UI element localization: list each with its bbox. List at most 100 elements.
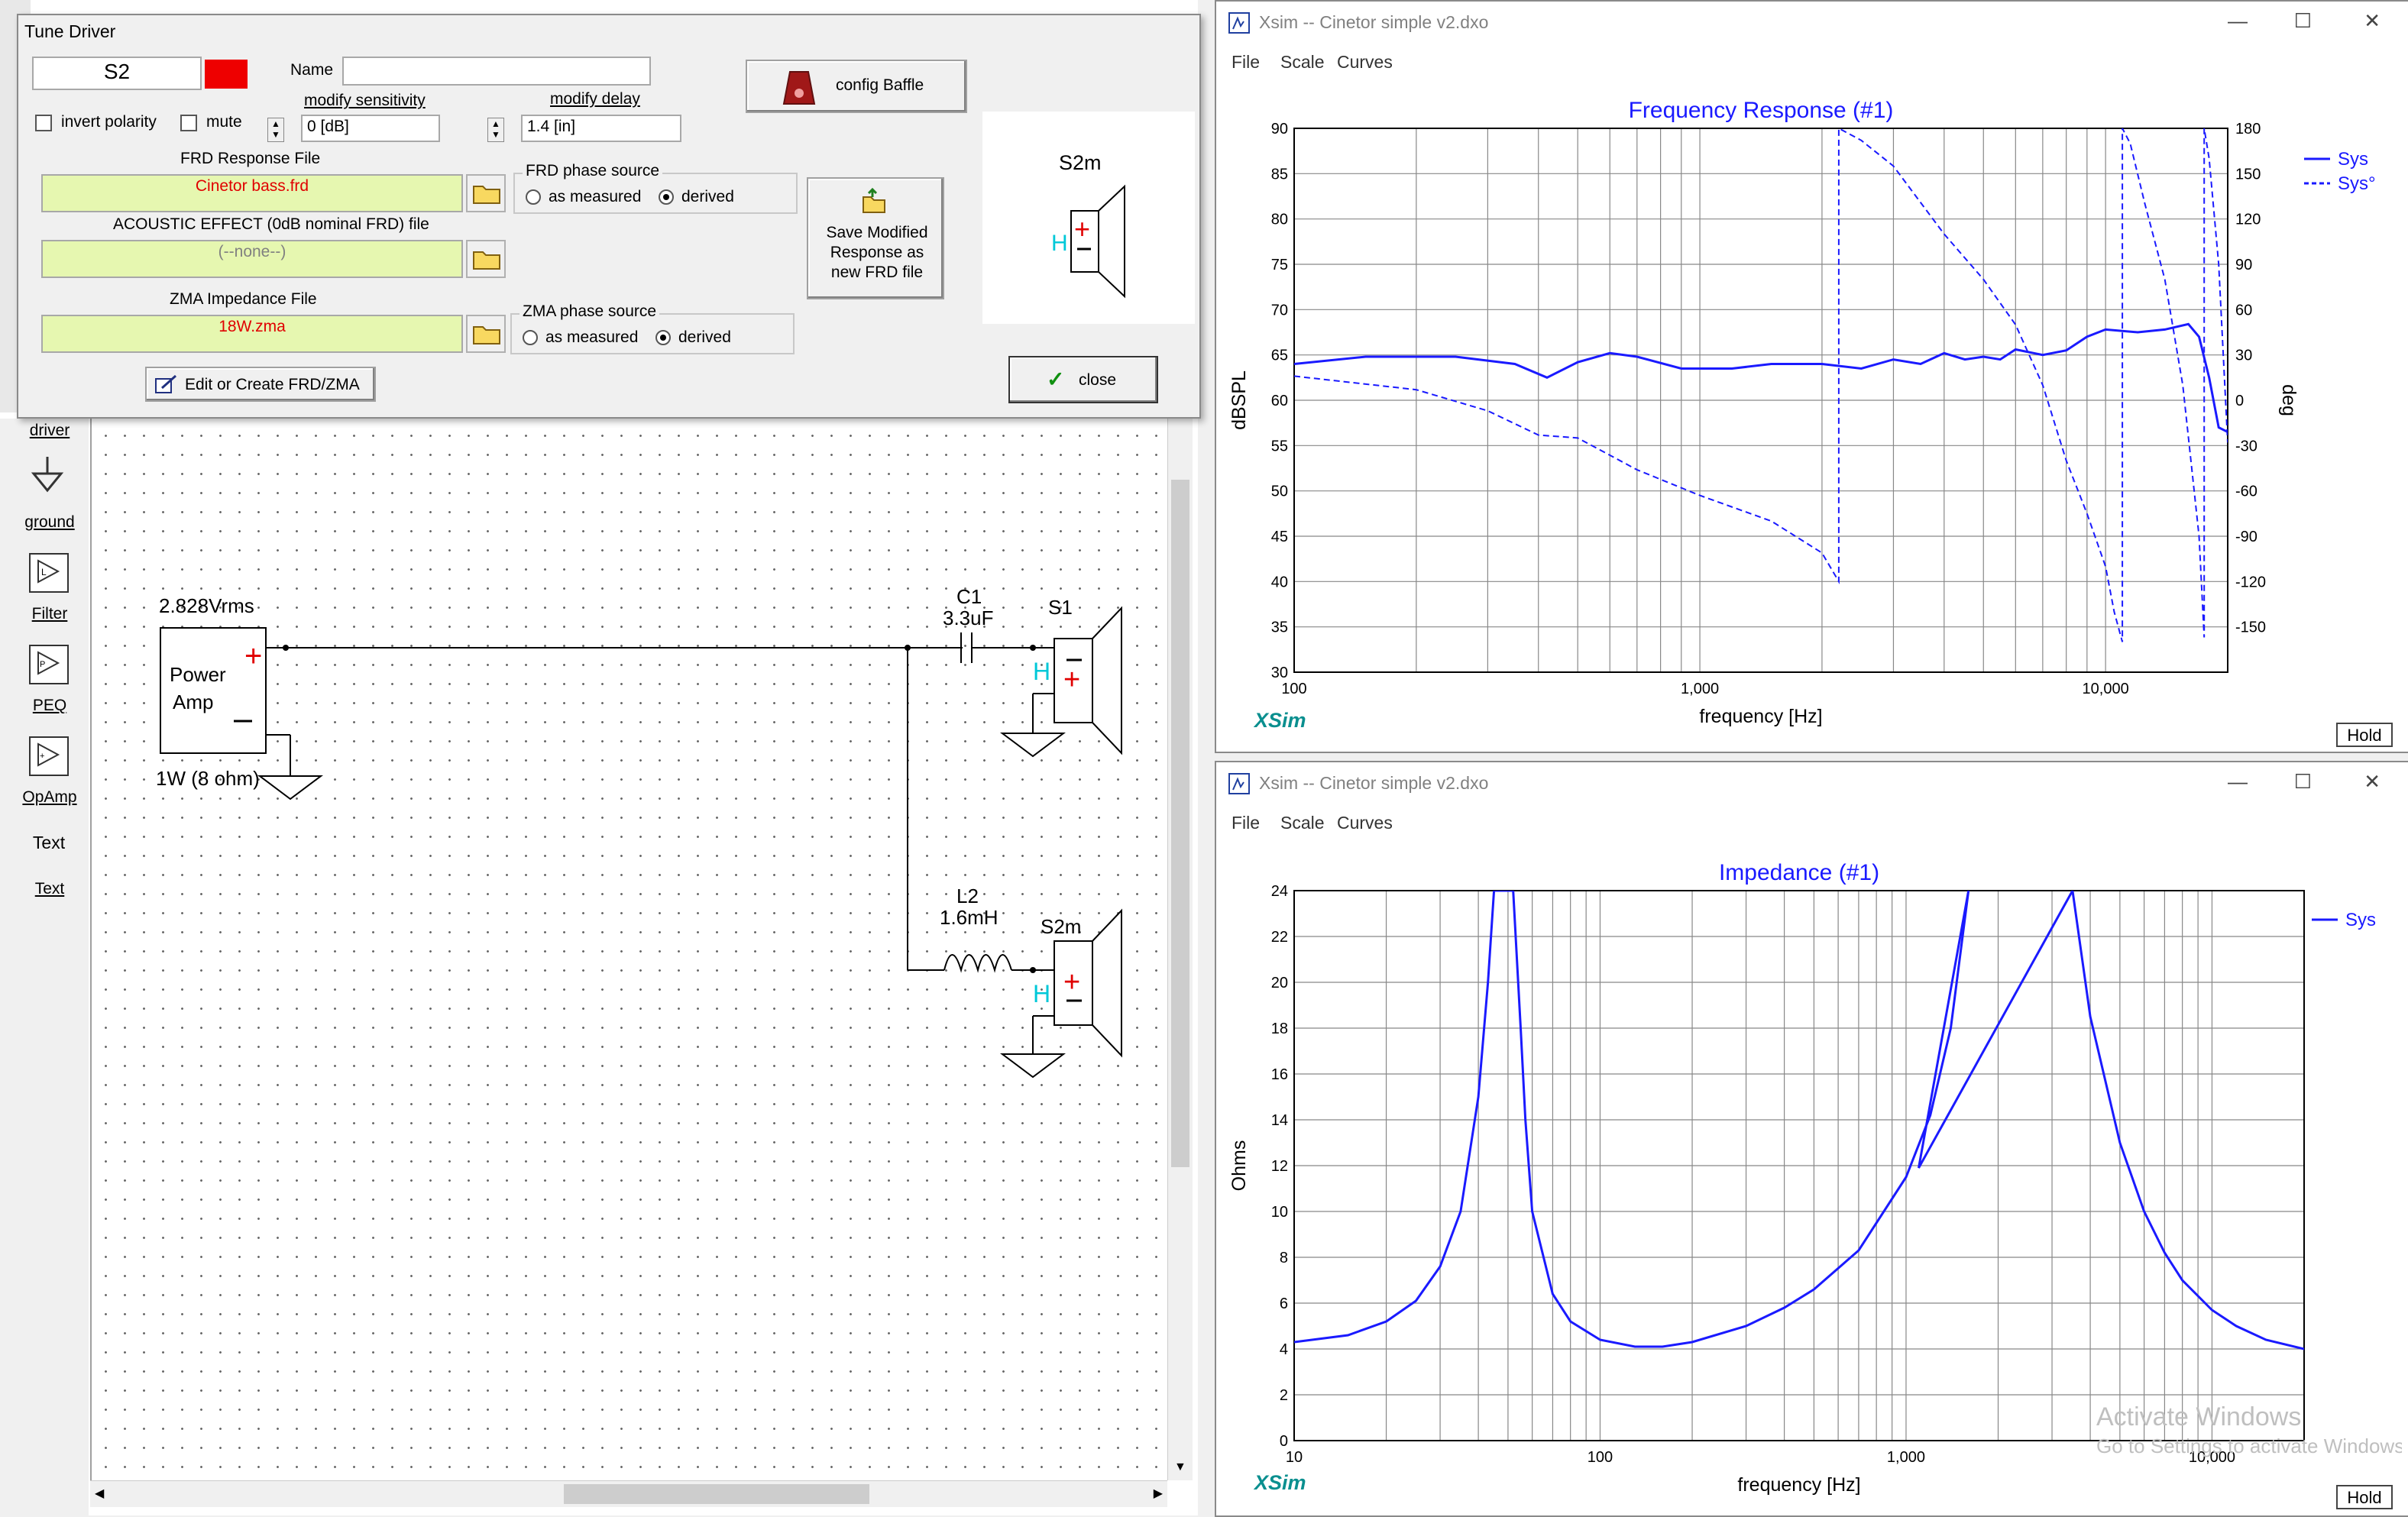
- folder-icon: [473, 251, 500, 270]
- y-tick-label: 30: [1271, 665, 1288, 681]
- frd-open-button[interactable]: [466, 174, 506, 212]
- acoustic-effect-field[interactable]: (--none--): [41, 240, 463, 278]
- mute-checkbox[interactable]: [180, 115, 197, 131]
- save-modified-button[interactable]: Save Modified Response as new FRD file: [807, 177, 944, 299]
- y2-tick-label: 180: [2235, 121, 2261, 137]
- delay-spinner[interactable]: ▲ ▼: [487, 118, 504, 142]
- y-tick-label: 85: [1271, 166, 1288, 183]
- chart-title: Impedance (#1): [1719, 860, 1879, 885]
- y-tick-label: 22: [1271, 929, 1288, 946]
- y-tick-label: 40: [1271, 574, 1288, 590]
- x-tick-label: 10: [1286, 1449, 1303, 1466]
- invert-polarity-label: invert polarity: [61, 113, 157, 131]
- y-axis-label: dBSPL: [1228, 370, 1250, 430]
- minimize-icon[interactable]: —: [2228, 770, 2248, 794]
- speaker-s1-icon[interactable]: + H: [1000, 606, 1122, 758]
- svg-text:H: H: [1033, 658, 1050, 685]
- legend-label-2: Sys°: [2338, 173, 2376, 194]
- maximize-icon[interactable]: ☐: [2294, 9, 2312, 33]
- y-tick-label: 6: [1280, 1295, 1288, 1312]
- driver-color-swatch[interactable]: [205, 60, 248, 89]
- acoustic-open-button[interactable]: [466, 240, 506, 278]
- y2-tick-label: 60: [2235, 302, 2252, 319]
- y-tick-label: 90: [1271, 121, 1288, 137]
- zma-as-measured-radio[interactable]: as measured: [523, 328, 638, 347]
- freq-response-window: Xsim -- Cinetor simple v2.dxo — ☐ ✕ File…: [1215, 0, 2408, 753]
- frd-file-field[interactable]: Cinetor bass.frd: [41, 174, 463, 212]
- edit-create-button[interactable]: Edit or Create FRD/ZMA: [145, 367, 376, 402]
- y-tick-label: 20: [1271, 975, 1288, 991]
- series-line-2: [1294, 128, 2228, 642]
- x-axis-label: frequency [Hz]: [1737, 1474, 1860, 1496]
- y2-axis-label: deg: [2278, 384, 2300, 416]
- invert-polarity-checkbox[interactable]: [35, 115, 52, 131]
- acoustic-effect-label: ACOUSTIC EFFECT (0dB nominal FRD) file: [113, 215, 429, 233]
- y-tick-label: 4: [1280, 1341, 1288, 1358]
- zma-phase-group: ZMA phase source as measured derived: [510, 302, 795, 354]
- imp-menubar: File Scale Curves: [1216, 805, 2408, 843]
- y2-tick-label: -150: [2235, 619, 2266, 636]
- menu-file[interactable]: File: [1232, 52, 1260, 73]
- close-icon[interactable]: ✕: [2364, 9, 2380, 33]
- svg-text:+: +: [1063, 966, 1080, 998]
- y2-tick-label: 120: [2235, 212, 2261, 228]
- freq-window-title: Xsim -- Cinetor simple v2.dxo: [1259, 12, 1489, 32]
- frd-as-measured-radio[interactable]: as measured: [526, 188, 641, 206]
- name-label: Name: [290, 61, 334, 79]
- close-icon[interactable]: ✕: [2364, 770, 2380, 794]
- zma-open-button[interactable]: [466, 315, 506, 353]
- y-tick-label: 60: [1271, 393, 1288, 409]
- driver-id-field[interactable]: S2: [32, 57, 202, 90]
- impedance-window: Xsim -- Cinetor simple v2.dxo — ☐ ✕ File…: [1215, 761, 2408, 1517]
- dialog-title: Tune Driver: [24, 21, 116, 41]
- svg-text:+: +: [1074, 213, 1090, 244]
- maximize-icon[interactable]: ☐: [2294, 770, 2312, 794]
- xsim-app-icon: [1228, 12, 1250, 34]
- menu-scale[interactable]: Scale: [1280, 52, 1325, 73]
- zma-file-field[interactable]: 18W.zma: [41, 315, 463, 353]
- zma-phase-source-label: ZMA phase source: [519, 302, 660, 321]
- freq-menubar: File Scale Curves: [1216, 44, 2408, 82]
- y2-tick-label: 150: [2235, 166, 2261, 183]
- minimize-icon[interactable]: —: [2228, 9, 2248, 33]
- menu-file[interactable]: File: [1232, 813, 1260, 833]
- watermark-line2: Go to Settings to activate Windows.: [2096, 1435, 2402, 1457]
- y-tick-label: 12: [1271, 1158, 1288, 1175]
- y-tick-label: 50: [1271, 484, 1288, 500]
- config-baffle-button[interactable]: config Baffle: [746, 60, 967, 113]
- y-tick-label: 75: [1271, 257, 1288, 273]
- xsim-app-icon: [1228, 773, 1250, 794]
- delay-field[interactable]: 1.4 [in]: [521, 115, 681, 142]
- sensitivity-spinner[interactable]: ▲ ▼: [267, 118, 284, 142]
- legend-label-1: Sys: [2338, 149, 2368, 170]
- hold-button[interactable]: Hold: [2336, 723, 2393, 747]
- chart-title: Frequency Response (#1): [1629, 98, 1894, 123]
- series-line-1: [1294, 322, 2228, 433]
- l2-name: L2: [956, 885, 979, 907]
- watermark-line1: Activate Windows: [2096, 1402, 2302, 1431]
- freq-response-chart[interactable]: 30 35 40 45 50 55 60 65 70 75 80 85 90 -150 -120 -90 -60…: [1216, 82, 2408, 752]
- menu-curves[interactable]: Curves: [1337, 52, 1393, 73]
- svg-text:H: H: [1033, 980, 1050, 1008]
- y2-tick-label: -120: [2235, 574, 2266, 590]
- preview-name: S2m: [1059, 151, 1102, 174]
- frd-derived-radio[interactable]: derived: [659, 188, 734, 206]
- c1-name: C1: [956, 585, 982, 608]
- close-button[interactable]: ✓ close: [1008, 356, 1158, 403]
- y-tick-label: 18: [1271, 1020, 1288, 1037]
- zma-file-label: ZMA Impedance File: [170, 290, 317, 308]
- zma-derived-radio[interactable]: derived: [655, 328, 731, 347]
- checkmark-icon: ✓: [1047, 367, 1065, 391]
- legend-label-1: Sys: [2345, 910, 2376, 930]
- hold-button[interactable]: Hold: [2336, 1485, 2393, 1509]
- name-field[interactable]: [342, 57, 651, 86]
- menu-curves[interactable]: Curves: [1337, 813, 1393, 833]
- svg-text:+: +: [1063, 664, 1080, 696]
- speaker-preview-icon: + H: [1051, 184, 1125, 299]
- edit-icon: [155, 374, 176, 393]
- y-tick-label: 55: [1271, 438, 1288, 454]
- y-tick-label: 45: [1271, 529, 1288, 545]
- imp-window-title: Xsim -- Cinetor simple v2.dxo: [1259, 773, 1489, 793]
- menu-scale[interactable]: Scale: [1280, 813, 1325, 833]
- sensitivity-field[interactable]: 0 [dB]: [301, 115, 440, 142]
